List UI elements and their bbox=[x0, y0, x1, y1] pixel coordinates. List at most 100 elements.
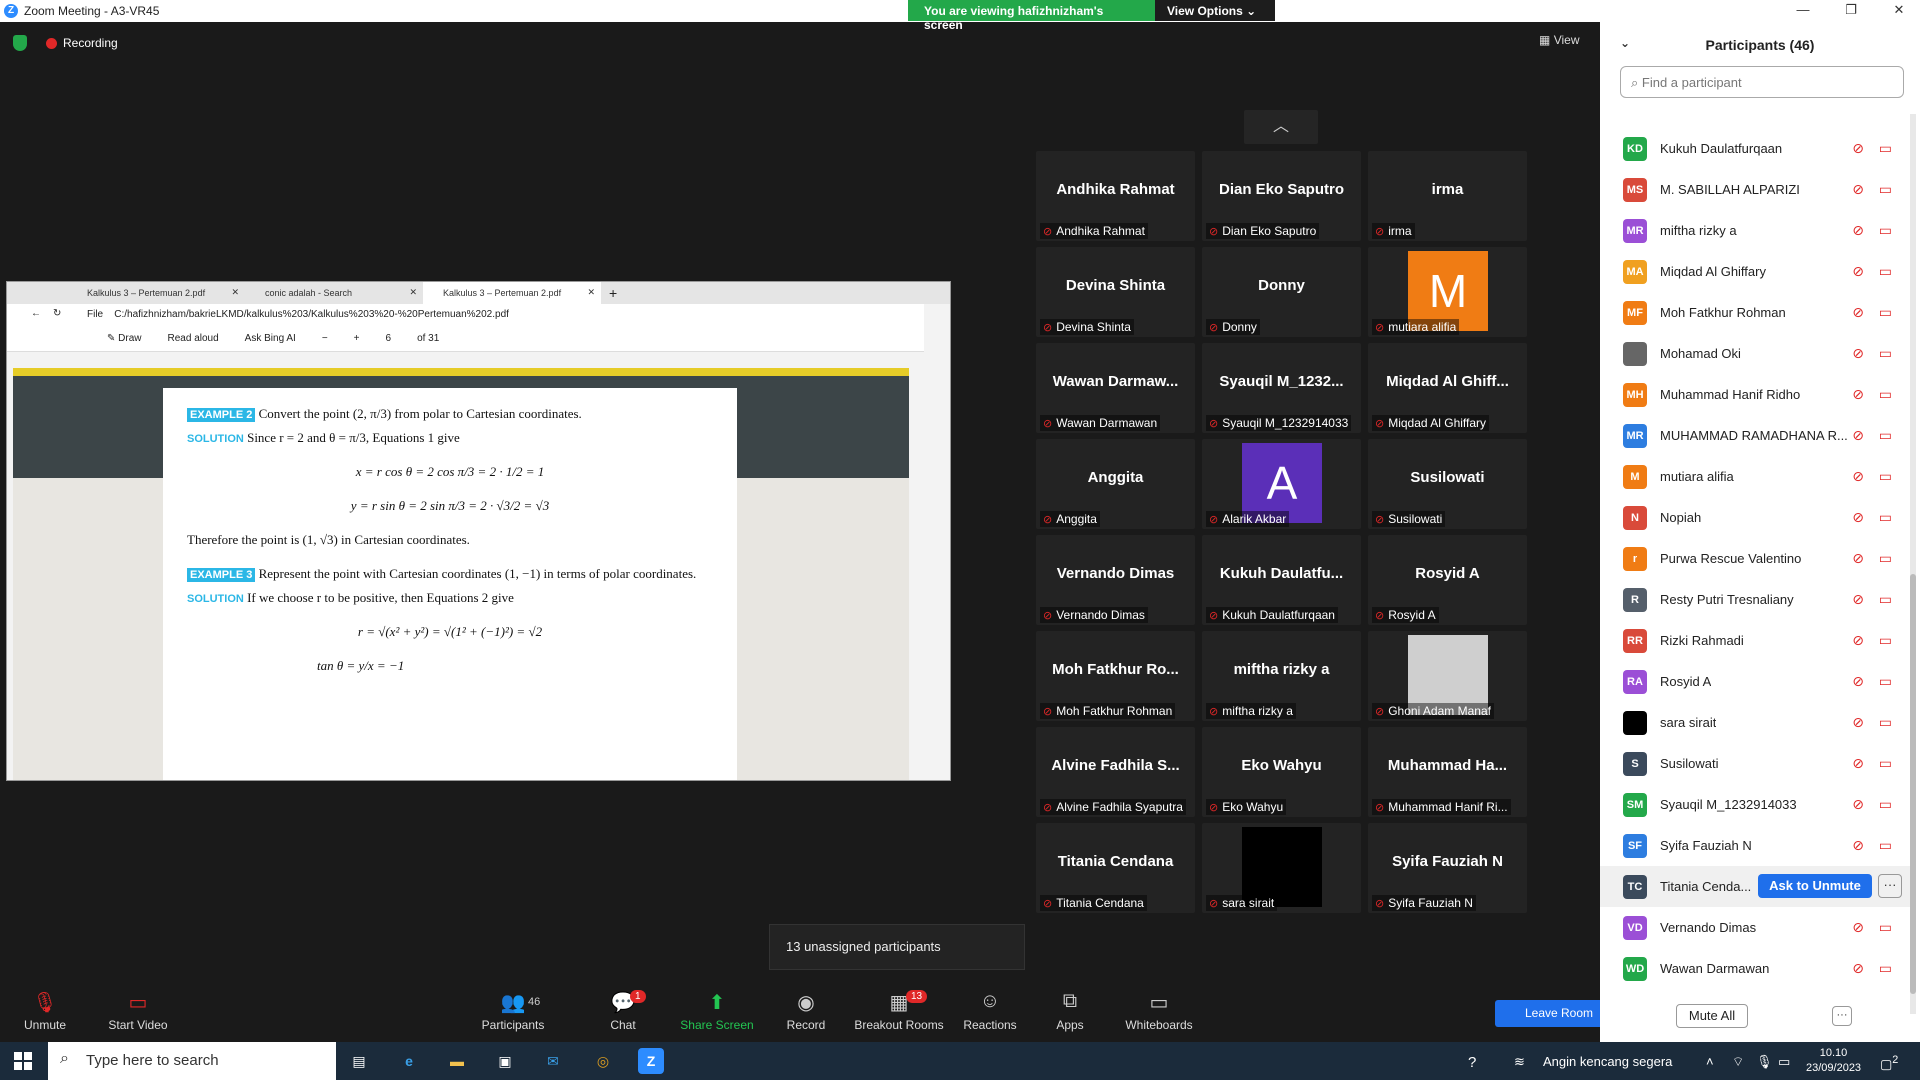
participant-row[interactable]: Mohamad Oki ⊘ ▭ bbox=[1600, 333, 1910, 374]
pdf-viewer[interactable]: EXAMPLE 2 Convert the point (2, π/3) fro… bbox=[13, 368, 909, 780]
participant-row[interactable]: MH Muhammad Hanif Ridho ⊘ ▭ bbox=[1600, 374, 1910, 415]
refresh-icon[interactable]: ↻ bbox=[53, 308, 61, 319]
participant-row[interactable]: RA Rosyid A ⊘ ▭ bbox=[1600, 661, 1910, 702]
wifi-icon[interactable]: ⌔ bbox=[1732, 1054, 1744, 1070]
page-number-input[interactable]: 6 bbox=[386, 333, 392, 351]
video-tile[interactable]: Miqdad Al Ghiff... ⊘ Miqdad Al Ghiffary bbox=[1368, 343, 1527, 433]
video-tile[interactable]: M ⊘ mutiara alifia bbox=[1368, 247, 1527, 337]
restore-icon[interactable]: ❐ bbox=[1836, 2, 1866, 18]
video-tile[interactable]: A ⊘ Alarik Akbar bbox=[1202, 439, 1361, 529]
participant-row[interactable]: MR miftha rizky a ⊘ ▭ bbox=[1600, 210, 1910, 251]
read-aloud-button[interactable]: Read aloud bbox=[168, 333, 219, 351]
browser-tab-active[interactable]: Kalkulus 3 – Pertemuan 2.pdf ✕ bbox=[423, 282, 601, 304]
share-screen-button[interactable]: ⬆ Share Screen bbox=[672, 990, 762, 1032]
zoom-app-icon[interactable]: Z bbox=[638, 1048, 664, 1074]
browser-tab[interactable]: Kalkulus 3 – Pertemuan 2.pdf ✕ bbox=[67, 282, 245, 304]
apps-button[interactable]: ⧉ Apps bbox=[1025, 990, 1115, 1032]
participant-row[interactable]: RR Rizki Rahmadi ⊘ ▭ bbox=[1600, 620, 1910, 661]
video-tile[interactable]: Andhika Rahmat ⊘ Andhika Rahmat bbox=[1036, 151, 1195, 241]
reactions-button[interactable]: ☺ Reactions bbox=[945, 990, 1035, 1032]
chevron-down-icon[interactable]: ⌄ bbox=[1620, 36, 1630, 50]
unmute-button[interactable]: 🎙 Unmute bbox=[0, 990, 90, 1032]
video-tile[interactable]: Wawan Darmaw... ⊘ Wawan Darmawan bbox=[1036, 343, 1195, 433]
participant-row[interactable]: SM Syauqil M_1232914033 ⊘ ▭ bbox=[1600, 784, 1910, 825]
mute-all-button[interactable]: Mute All bbox=[1676, 1004, 1748, 1028]
scrollbar-thumb[interactable] bbox=[1910, 574, 1916, 994]
browser-sidebar[interactable] bbox=[924, 304, 950, 780]
taskbar-search-input[interactable]: ⌕ Type here to search bbox=[48, 1042, 336, 1080]
participant-row[interactable]: WD Wawan Darmawan ⊘ ▭ bbox=[1600, 948, 1910, 989]
video-tile[interactable]: ⊘ sara sirait bbox=[1202, 823, 1361, 913]
browser-tab[interactable]: conic adalah - Search ✕ bbox=[245, 282, 423, 304]
participant-row[interactable]: MS M. SABILLAH ALPARIZI ⊘ ▭ bbox=[1600, 169, 1910, 210]
video-tile[interactable]: Anggita ⊘ Anggita bbox=[1036, 439, 1195, 529]
recording-indicator[interactable]: Recording bbox=[46, 36, 118, 50]
participant-row[interactable]: MF Moh Fatkhur Rohman ⊘ ▭ bbox=[1600, 292, 1910, 333]
participant-row[interactable]: MR MUHAMMAD RAMADHANA R... ⊘ ▭ bbox=[1600, 415, 1910, 456]
participant-row[interactable]: R Resty Putri Tresnaliany ⊘ ▭ bbox=[1600, 579, 1910, 620]
video-tile[interactable]: Moh Fatkhur Ro... ⊘ Moh Fatkhur Rohman bbox=[1036, 631, 1195, 721]
participant-row[interactable]: TC Titania Cenda... Ask to Unmute ··· bbox=[1600, 866, 1910, 907]
chat-button[interactable]: 💬 1 Chat bbox=[578, 990, 668, 1032]
tray-chevron-icon[interactable]: ˄ bbox=[1706, 1054, 1714, 1069]
participant-row[interactable]: SF Syifa Fauziah N ⊘ ▭ bbox=[1600, 825, 1910, 866]
video-tile[interactable]: Donny ⊘ Donny bbox=[1202, 247, 1361, 337]
participants-button[interactable]: 👥 46 Participants bbox=[468, 990, 558, 1032]
ask-to-unmute-button[interactable]: Ask to Unmute bbox=[1758, 874, 1872, 898]
video-tile[interactable]: Syifa Fauziah N ⊘ Syifa Fauziah N bbox=[1368, 823, 1527, 913]
weather-text[interactable]: Angin kencang segera bbox=[1543, 1054, 1672, 1069]
clock[interactable]: 10.10 23/09/2023 bbox=[1806, 1046, 1861, 1076]
video-tile[interactable]: Eko Wahyu ⊘ Eko Wahyu bbox=[1202, 727, 1361, 817]
video-tile[interactable]: irma ⊘ irma bbox=[1368, 151, 1527, 241]
close-icon[interactable]: ✕ bbox=[587, 287, 595, 298]
shared-screen[interactable]: Kalkulus 3 – Pertemuan 2.pdf ✕ conic adal… bbox=[6, 281, 951, 781]
more-options-button[interactable]: ··· bbox=[1832, 1006, 1852, 1026]
shield-icon[interactable] bbox=[13, 35, 27, 51]
mail-icon[interactable]: ✉ bbox=[540, 1048, 566, 1074]
file-explorer-icon[interactable]: ▬ bbox=[444, 1048, 470, 1074]
scroll-up-button[interactable]: ︿ bbox=[1244, 110, 1318, 144]
notification-icon[interactable]: ▢2 bbox=[1880, 1054, 1898, 1072]
ask-bing-button[interactable]: Ask Bing AI bbox=[245, 333, 296, 351]
start-video-button[interactable]: ▭ Start Video bbox=[93, 990, 183, 1032]
more-options-button[interactable]: ··· bbox=[1878, 874, 1902, 898]
edge-icon[interactable]: e bbox=[396, 1048, 422, 1074]
participant-row[interactable]: VD Vernando Dimas ⊘ ▭ bbox=[1600, 907, 1910, 948]
participant-row[interactable]: KD Kukuh Daulatfurqaan ⊘ ▭ bbox=[1600, 128, 1910, 169]
new-tab-icon[interactable]: + bbox=[601, 285, 617, 301]
whiteboards-button[interactable]: ▭ Whiteboards bbox=[1114, 990, 1204, 1032]
participant-search-input[interactable]: ⌕ Find a participant bbox=[1620, 66, 1904, 98]
zoom-in-icon[interactable]: + bbox=[354, 333, 360, 351]
video-tile[interactable]: Alvine Fadhila S... ⊘ Alvine Fadhila Syapu… bbox=[1036, 727, 1195, 817]
store-icon[interactable]: ▣ bbox=[492, 1048, 518, 1074]
participant-row[interactable]: S Susilowati ⊘ ▭ bbox=[1600, 743, 1910, 784]
video-tile[interactable]: Rosyid A ⊘ Rosyid A bbox=[1368, 535, 1527, 625]
video-tile[interactable]: Dian Eko Saputro ⊘ Dian Eko Saputro bbox=[1202, 151, 1361, 241]
video-tile[interactable]: Devina Shinta ⊘ Devina Shinta bbox=[1036, 247, 1195, 337]
panel-scrollbar[interactable] bbox=[1910, 114, 1916, 1014]
chrome-icon[interactable]: ◎ bbox=[590, 1048, 616, 1074]
task-view-icon[interactable]: ▤ bbox=[346, 1048, 372, 1074]
unassigned-participants-notice[interactable]: 13 unassigned participants bbox=[769, 924, 1025, 970]
video-tile[interactable]: ⊘ Ghoni Adam Manaf bbox=[1368, 631, 1527, 721]
mic-tray-icon[interactable]: 🎙 bbox=[1756, 1054, 1773, 1070]
video-tile[interactable]: Vernando Dimas ⊘ Vernando Dimas bbox=[1036, 535, 1195, 625]
participant-row[interactable]: N Nopiah ⊘ ▭ bbox=[1600, 497, 1910, 538]
video-tile[interactable]: Titania Cendana ⊘ Titania Cendana bbox=[1036, 823, 1195, 913]
video-tile[interactable]: miftha rizky a ⊘ miftha rizky a bbox=[1202, 631, 1361, 721]
video-tile[interactable]: Kukuh Daulatfu... ⊘ Kukuh Daulatfurqaan bbox=[1202, 535, 1361, 625]
battery-icon[interactable]: ▭ bbox=[1778, 1054, 1790, 1070]
minimize-icon[interactable]: — bbox=[1788, 2, 1818, 17]
windows-start-icon[interactable] bbox=[14, 1052, 32, 1070]
draw-button[interactable]: ✎ Draw bbox=[107, 333, 142, 351]
video-tile[interactable]: Muhammad Ha... ⊘ Muhammad Hanif Ri... bbox=[1368, 727, 1527, 817]
view-button[interactable]: ▦ View bbox=[1539, 33, 1579, 47]
zoom-out-icon[interactable]: − bbox=[322, 333, 328, 351]
help-icon[interactable]: ? bbox=[1468, 1054, 1476, 1071]
record-button[interactable]: ◉ Record bbox=[761, 990, 851, 1032]
close-icon[interactable]: ✕ bbox=[1884, 2, 1914, 18]
participant-row[interactable]: r Purwa Rescue Valentino ⊘ ▭ bbox=[1600, 538, 1910, 579]
video-tile[interactable]: Syauqil M_1232... ⊘ Syauqil M_1232914033 bbox=[1202, 343, 1361, 433]
participant-row[interactable]: sara sirait ⊘ ▭ bbox=[1600, 702, 1910, 743]
breakout-rooms-button[interactable]: ▦ 13 Breakout Rooms bbox=[853, 990, 945, 1032]
